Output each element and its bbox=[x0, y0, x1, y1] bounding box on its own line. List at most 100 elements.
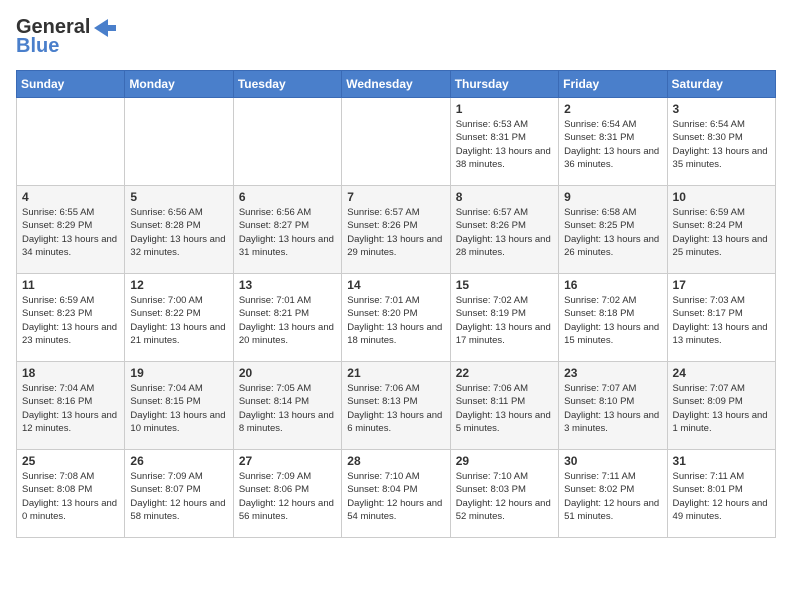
day-info: Sunrise: 6:54 AM Sunset: 8:31 PM Dayligh… bbox=[564, 118, 661, 171]
day-info: Sunrise: 7:06 AM Sunset: 8:11 PM Dayligh… bbox=[456, 382, 553, 435]
day-of-week-header: Sunday bbox=[17, 71, 125, 98]
day-of-week-header: Monday bbox=[125, 71, 233, 98]
day-info: Sunrise: 7:06 AM Sunset: 8:13 PM Dayligh… bbox=[347, 382, 444, 435]
day-info: Sunrise: 7:02 AM Sunset: 8:18 PM Dayligh… bbox=[564, 294, 661, 347]
day-info: Sunrise: 6:59 AM Sunset: 8:23 PM Dayligh… bbox=[22, 294, 119, 347]
day-number: 1 bbox=[456, 102, 553, 116]
day-info: Sunrise: 6:59 AM Sunset: 8:24 PM Dayligh… bbox=[673, 206, 770, 259]
day-info: Sunrise: 6:58 AM Sunset: 8:25 PM Dayligh… bbox=[564, 206, 661, 259]
logo: General Blue bbox=[16, 16, 116, 58]
calendar-week-row: 11 Sunrise: 6:59 AM Sunset: 8:23 PM Dayli… bbox=[17, 274, 776, 362]
day-number: 31 bbox=[673, 454, 770, 468]
day-number: 24 bbox=[673, 366, 770, 380]
day-of-week-header: Tuesday bbox=[233, 71, 341, 98]
day-number: 16 bbox=[564, 278, 661, 292]
day-info: Sunrise: 6:56 AM Sunset: 8:27 PM Dayligh… bbox=[239, 206, 336, 259]
day-info: Sunrise: 7:07 AM Sunset: 8:09 PM Dayligh… bbox=[673, 382, 770, 435]
day-number: 27 bbox=[239, 454, 336, 468]
calendar-cell: 2 Sunrise: 6:54 AM Sunset: 8:31 PM Daylig… bbox=[559, 98, 667, 186]
day-of-week-header: Wednesday bbox=[342, 71, 450, 98]
calendar-cell: 21 Sunrise: 7:06 AM Sunset: 8:13 PM Dayli… bbox=[342, 362, 450, 450]
calendar-week-row: 18 Sunrise: 7:04 AM Sunset: 8:16 PM Dayli… bbox=[17, 362, 776, 450]
day-info: Sunrise: 7:09 AM Sunset: 8:06 PM Dayligh… bbox=[239, 470, 336, 523]
day-info: Sunrise: 7:04 AM Sunset: 8:16 PM Dayligh… bbox=[22, 382, 119, 435]
day-number: 18 bbox=[22, 366, 119, 380]
day-info: Sunrise: 7:04 AM Sunset: 8:15 PM Dayligh… bbox=[130, 382, 227, 435]
day-number: 4 bbox=[22, 190, 119, 204]
day-number: 12 bbox=[130, 278, 227, 292]
day-info: Sunrise: 7:03 AM Sunset: 8:17 PM Dayligh… bbox=[673, 294, 770, 347]
day-number: 14 bbox=[347, 278, 444, 292]
day-info: Sunrise: 7:01 AM Sunset: 8:21 PM Dayligh… bbox=[239, 294, 336, 347]
day-info: Sunrise: 7:02 AM Sunset: 8:19 PM Dayligh… bbox=[456, 294, 553, 347]
calendar-cell: 23 Sunrise: 7:07 AM Sunset: 8:10 PM Dayli… bbox=[559, 362, 667, 450]
calendar-cell: 18 Sunrise: 7:04 AM Sunset: 8:16 PM Dayli… bbox=[17, 362, 125, 450]
day-number: 2 bbox=[564, 102, 661, 116]
calendar-cell: 5Sunrise: 6:56 AM Sunset: 8:28 PM Daylig… bbox=[125, 186, 233, 274]
logo-arrow-icon bbox=[94, 19, 116, 37]
calendar-cell: 10Sunrise: 6:59 AM Sunset: 8:24 PM Dayli… bbox=[667, 186, 775, 274]
calendar-cell bbox=[17, 98, 125, 186]
day-number: 17 bbox=[673, 278, 770, 292]
day-number: 28 bbox=[347, 454, 444, 468]
day-number: 26 bbox=[130, 454, 227, 468]
day-number: 15 bbox=[456, 278, 553, 292]
day-info: Sunrise: 6:57 AM Sunset: 8:26 PM Dayligh… bbox=[456, 206, 553, 259]
day-info: Sunrise: 6:53 AM Sunset: 8:31 PM Dayligh… bbox=[456, 118, 553, 171]
day-number: 22 bbox=[456, 366, 553, 380]
day-info: Sunrise: 6:55 AM Sunset: 8:29 PM Dayligh… bbox=[22, 206, 119, 259]
calendar-cell: 6 Sunrise: 6:56 AM Sunset: 8:27 PM Daylig… bbox=[233, 186, 341, 274]
calendar-cell bbox=[233, 98, 341, 186]
day-number: 29 bbox=[456, 454, 553, 468]
day-info: Sunrise: 7:11 AM Sunset: 8:02 PM Dayligh… bbox=[564, 470, 661, 523]
day-info: Sunrise: 7:09 AM Sunset: 8:07 PM Dayligh… bbox=[130, 470, 227, 523]
calendar-cell: 12 Sunrise: 7:00 AM Sunset: 8:22 PM Dayli… bbox=[125, 274, 233, 362]
day-number: 7 bbox=[347, 190, 444, 204]
day-info: Sunrise: 6:57 AM Sunset: 8:26 PM Dayligh… bbox=[347, 206, 444, 259]
calendar-cell: 20 Sunrise: 7:05 AM Sunset: 8:14 PM Dayli… bbox=[233, 362, 341, 450]
calendar-header-row: SundayMondayTuesdayWednesdayThursdayFrid… bbox=[17, 71, 776, 98]
calendar-table: SundayMondayTuesdayWednesdayThursdayFrid… bbox=[16, 70, 776, 538]
logo-text-blue: Blue bbox=[16, 35, 59, 58]
calendar-cell: 30 Sunrise: 7:11 AM Sunset: 8:02 PM Dayli… bbox=[559, 450, 667, 538]
calendar-cell: 28Sunrise: 7:10 AM Sunset: 8:04 PM Dayli… bbox=[342, 450, 450, 538]
calendar-cell: 11 Sunrise: 6:59 AM Sunset: 8:23 PM Dayli… bbox=[17, 274, 125, 362]
day-info: Sunrise: 7:10 AM Sunset: 8:03 PM Dayligh… bbox=[456, 470, 553, 523]
day-info: Sunrise: 6:54 AM Sunset: 8:30 PM Dayligh… bbox=[673, 118, 770, 171]
day-number: 6 bbox=[239, 190, 336, 204]
day-info: Sunrise: 7:11 AM Sunset: 8:01 PM Dayligh… bbox=[673, 470, 770, 523]
calendar-cell: 13Sunrise: 7:01 AM Sunset: 8:21 PM Dayli… bbox=[233, 274, 341, 362]
day-of-week-header: Saturday bbox=[667, 71, 775, 98]
calendar-cell: 19 Sunrise: 7:04 AM Sunset: 8:15 PM Dayli… bbox=[125, 362, 233, 450]
day-number: 21 bbox=[347, 366, 444, 380]
calendar-cell: 26 Sunrise: 7:09 AM Sunset: 8:07 PM Dayli… bbox=[125, 450, 233, 538]
day-info: Sunrise: 7:07 AM Sunset: 8:10 PM Dayligh… bbox=[564, 382, 661, 435]
day-info: Sunrise: 6:56 AM Sunset: 8:28 PM Dayligh… bbox=[130, 206, 227, 259]
day-number: 20 bbox=[239, 366, 336, 380]
calendar-cell: 3 Sunrise: 6:54 AM Sunset: 8:30 PM Daylig… bbox=[667, 98, 775, 186]
calendar-cell: 14 Sunrise: 7:01 AM Sunset: 8:20 PM Dayli… bbox=[342, 274, 450, 362]
day-info: Sunrise: 7:05 AM Sunset: 8:14 PM Dayligh… bbox=[239, 382, 336, 435]
day-number: 30 bbox=[564, 454, 661, 468]
calendar-cell: 7 Sunrise: 6:57 AM Sunset: 8:26 PM Daylig… bbox=[342, 186, 450, 274]
day-number: 3 bbox=[673, 102, 770, 116]
day-number: 9 bbox=[564, 190, 661, 204]
day-number: 25 bbox=[22, 454, 119, 468]
calendar-cell: 22 Sunrise: 7:06 AM Sunset: 8:11 PM Dayli… bbox=[450, 362, 558, 450]
calendar-cell: 4 Sunrise: 6:55 AM Sunset: 8:29 PM Daylig… bbox=[17, 186, 125, 274]
calendar-cell: 8 Sunrise: 6:57 AM Sunset: 8:26 PM Daylig… bbox=[450, 186, 558, 274]
day-number: 23 bbox=[564, 366, 661, 380]
day-number: 8 bbox=[456, 190, 553, 204]
day-info: Sunrise: 7:00 AM Sunset: 8:22 PM Dayligh… bbox=[130, 294, 227, 347]
calendar-week-row: 25Sunrise: 7:08 AM Sunset: 8:08 PM Dayli… bbox=[17, 450, 776, 538]
calendar-cell: 31 Sunrise: 7:11 AM Sunset: 8:01 PM Dayli… bbox=[667, 450, 775, 538]
calendar-body: 1 Sunrise: 6:53 AM Sunset: 8:31 PM Daylig… bbox=[17, 98, 776, 538]
calendar-week-row: 4 Sunrise: 6:55 AM Sunset: 8:29 PM Daylig… bbox=[17, 186, 776, 274]
day-info: Sunrise: 7:01 AM Sunset: 8:20 PM Dayligh… bbox=[347, 294, 444, 347]
calendar-cell: 15 Sunrise: 7:02 AM Sunset: 8:19 PM Dayli… bbox=[450, 274, 558, 362]
calendar-cell bbox=[125, 98, 233, 186]
calendar-cell: 27 Sunrise: 7:09 AM Sunset: 8:06 PM Dayli… bbox=[233, 450, 341, 538]
day-number: 11 bbox=[22, 278, 119, 292]
day-of-week-header: Thursday bbox=[450, 71, 558, 98]
day-number: 19 bbox=[130, 366, 227, 380]
